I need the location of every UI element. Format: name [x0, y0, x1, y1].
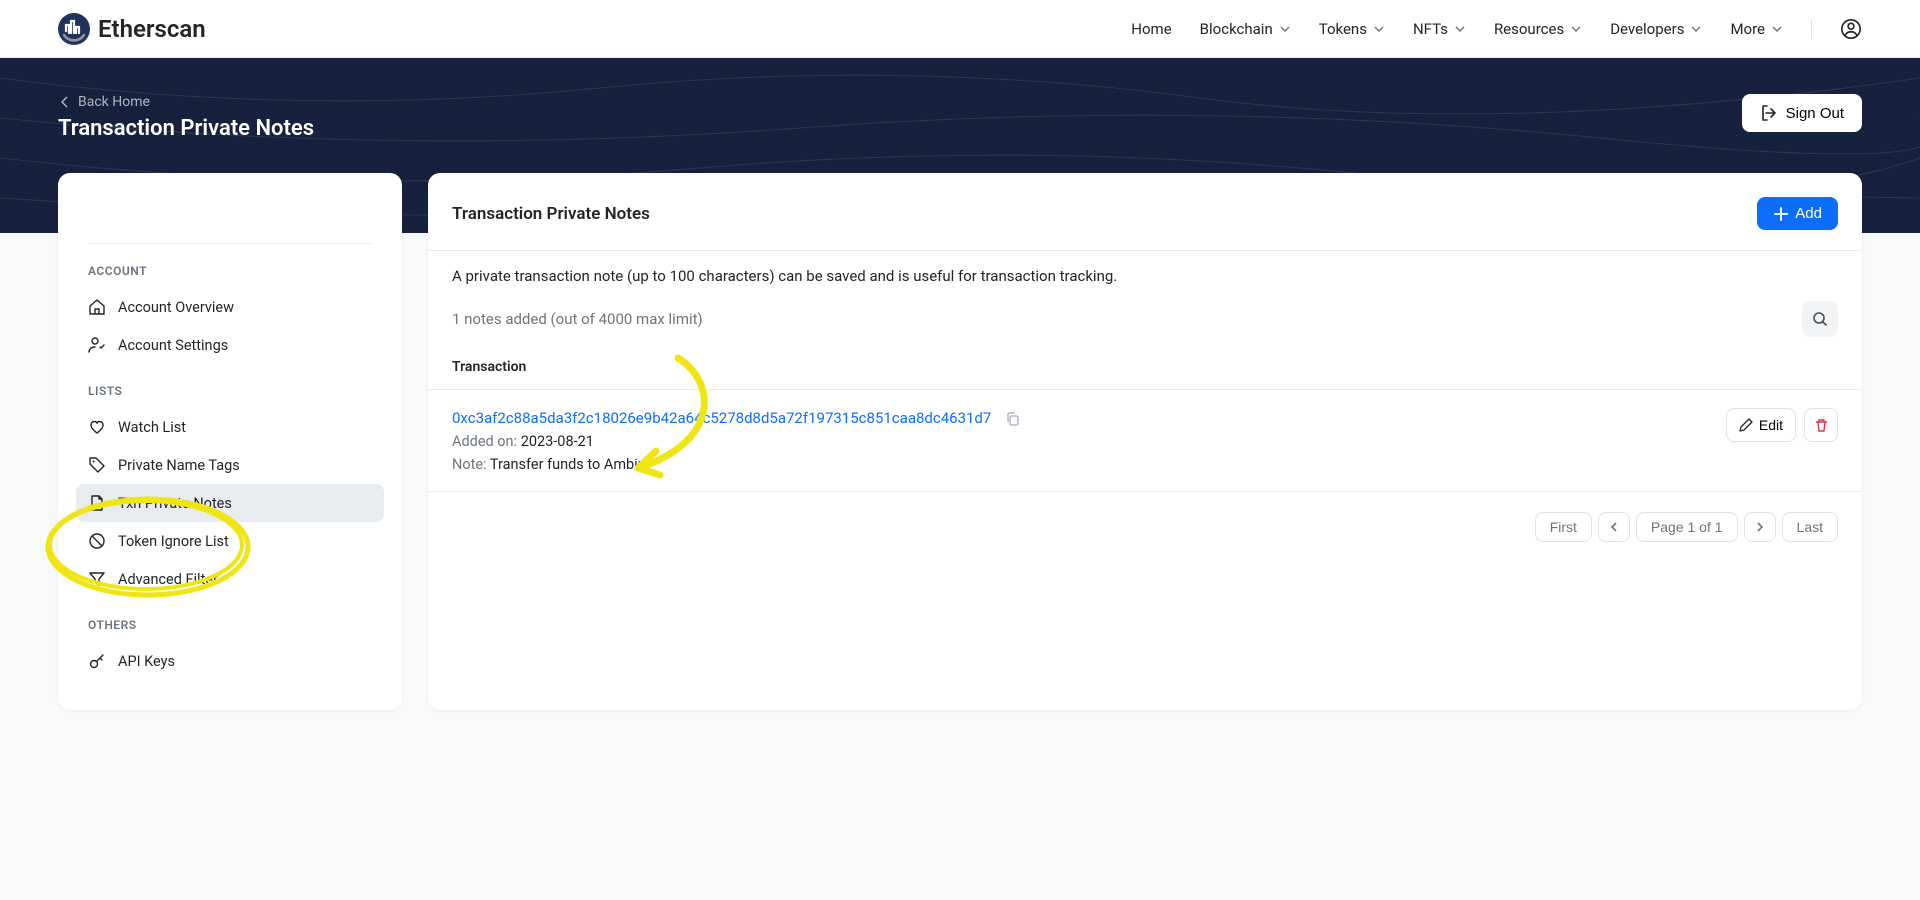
- nav-blockchain[interactable]: Blockchain: [1200, 20, 1291, 38]
- copy-button[interactable]: [1005, 411, 1021, 427]
- page-first-button[interactable]: First: [1535, 512, 1592, 542]
- nav-nfts[interactable]: NFTs: [1413, 20, 1466, 38]
- search-icon: [1812, 311, 1828, 327]
- user-account-icon[interactable]: [1840, 18, 1862, 40]
- pagination: First Page 1 of 1 Last: [452, 492, 1838, 542]
- back-home-link[interactable]: Back Home: [58, 94, 314, 110]
- chevron-down-icon: [1690, 23, 1702, 35]
- content-title: Transaction Private Notes: [452, 204, 650, 224]
- document-icon: [88, 494, 106, 512]
- chevron-down-icon: [1373, 23, 1385, 35]
- notes-count: 1 notes added (out of 4000 max limit): [452, 310, 703, 328]
- etherscan-logo-icon: [58, 13, 90, 45]
- sidebar-item-advanced-filter[interactable]: Advanced Filter: [76, 560, 384, 598]
- trash-icon: [1814, 418, 1829, 433]
- description-text: A private transaction note (up to 100 ch…: [452, 251, 1838, 301]
- nav-resources[interactable]: Resources: [1494, 20, 1582, 38]
- nav-divider: [1811, 19, 1812, 39]
- filter-icon: [88, 570, 106, 588]
- chevron-left-icon: [1609, 521, 1619, 533]
- sidebar-item-watch-list[interactable]: Watch List: [76, 408, 384, 446]
- note-row: 0xc3af2c88a5da3f2c18026e9b42a64c5278d8d5…: [452, 390, 1838, 491]
- sidebar-item-txn-private-notes[interactable]: Txn Private Notes: [76, 484, 384, 522]
- heart-icon: [88, 418, 106, 436]
- add-button[interactable]: Add: [1757, 197, 1838, 230]
- sidebar-item-token-ignore-list[interactable]: Token Ignore List: [76, 522, 384, 560]
- page-title: Transaction Private Notes: [58, 116, 314, 141]
- chevron-down-icon: [1570, 23, 1582, 35]
- pencil-icon: [1739, 418, 1753, 432]
- block-icon: [88, 532, 106, 550]
- note-text: Note: Transfer funds to Ambire: [452, 456, 1726, 473]
- chevron-down-icon: [1454, 23, 1466, 35]
- user-settings-icon: [88, 336, 106, 354]
- delete-button[interactable]: [1804, 408, 1838, 442]
- chevron-right-icon: [1755, 521, 1765, 533]
- sidebar-item-account-overview[interactable]: Account Overview: [76, 288, 384, 326]
- note-added-date: Added on: 2023-08-21: [452, 433, 1726, 450]
- chevron-down-icon: [1771, 23, 1783, 35]
- search-button[interactable]: [1802, 301, 1838, 337]
- arrow-left-icon: [58, 95, 72, 109]
- edit-button[interactable]: Edit: [1726, 408, 1796, 442]
- transaction-hash-link[interactable]: 0xc3af2c88a5da3f2c18026e9b42a64c5278d8d5…: [452, 409, 991, 427]
- nav-tokens[interactable]: Tokens: [1319, 20, 1385, 38]
- brand-name: Etherscan: [98, 15, 206, 43]
- page-last-button[interactable]: Last: [1782, 512, 1838, 542]
- signout-icon: [1760, 104, 1778, 122]
- signout-button[interactable]: Sign Out: [1742, 94, 1862, 132]
- page-info: Page 1 of 1: [1636, 512, 1738, 542]
- copy-icon: [1005, 411, 1021, 427]
- plus-icon: [1773, 206, 1789, 222]
- tag-icon: [88, 456, 106, 474]
- top-header: Etherscan Home Blockchain Tokens NFTs Re…: [0, 0, 1920, 58]
- sidebar-section-lists: LISTS: [76, 364, 384, 408]
- nav-more[interactable]: More: [1730, 20, 1783, 38]
- nav-developers[interactable]: Developers: [1610, 20, 1702, 38]
- sidebar-item-api-keys[interactable]: API Keys: [76, 642, 384, 680]
- sidebar-item-private-name-tags[interactable]: Private Name Tags: [76, 446, 384, 484]
- page-prev-button[interactable]: [1598, 512, 1630, 542]
- key-icon: [88, 652, 106, 670]
- sidebar-section-others: OTHERS: [76, 598, 384, 642]
- brand-logo[interactable]: Etherscan: [58, 13, 206, 45]
- main-nav: Home Blockchain Tokens NFTs Resources De…: [1131, 18, 1862, 40]
- sidebar-item-account-settings[interactable]: Account Settings: [76, 326, 384, 364]
- page-next-button[interactable]: [1744, 512, 1776, 542]
- chevron-down-icon: [1279, 23, 1291, 35]
- sidebar-section-account: ACCOUNT: [76, 244, 384, 288]
- table-header-transaction: Transaction: [452, 337, 1838, 389]
- content-panel: Transaction Private Notes Add A private …: [428, 173, 1862, 710]
- sidebar: ACCOUNT Account Overview Account Setting…: [58, 173, 402, 710]
- nav-home[interactable]: Home: [1131, 20, 1171, 38]
- home-icon: [88, 298, 106, 316]
